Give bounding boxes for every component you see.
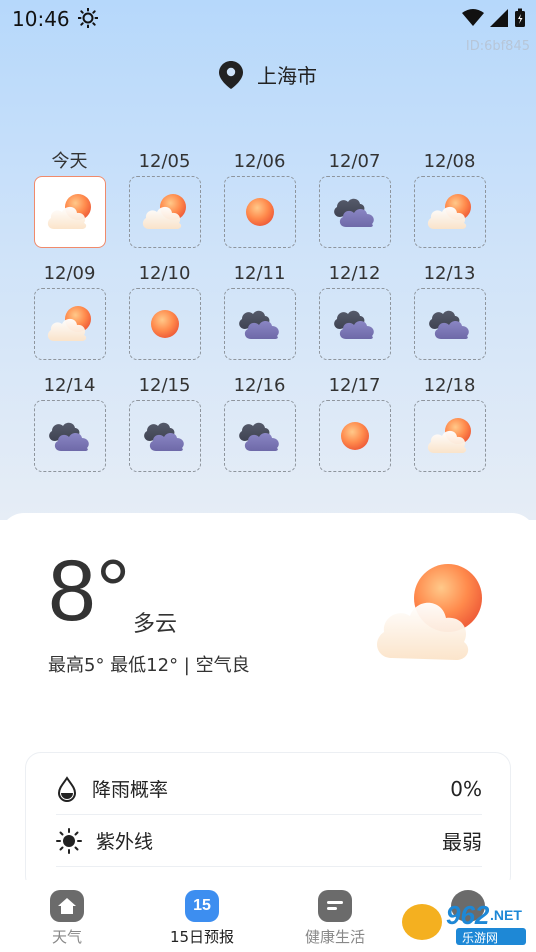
forecast-day-box[interactable]: [33, 400, 106, 472]
forecast-day[interactable]: 12/12: [307, 260, 402, 360]
status-time: 10:46: [12, 7, 70, 31]
svg-text:962: 962: [446, 900, 490, 930]
partly-cloudy-icon: [427, 418, 471, 453]
partly-cloudy-icon: [142, 194, 186, 229]
rain-probability-row: 降雨概率 0%: [56, 763, 482, 815]
sunny-icon: [340, 422, 369, 450]
forecast-day[interactable]: 12/13: [402, 260, 497, 360]
forecast-day-label: 12/17: [328, 375, 381, 396]
forecast-day[interactable]: 12/14: [22, 372, 117, 472]
forecast-day[interactable]: 12/05: [117, 148, 212, 248]
forecast-day[interactable]: 12/18: [402, 372, 497, 472]
forecast-day-label: 12/11: [233, 263, 286, 284]
forecast-day-label: 12/15: [138, 375, 191, 396]
uv-index-label: 紫外线: [96, 831, 154, 853]
cloudy-icon: [428, 310, 469, 339]
forecast-day-label: 12/08: [423, 151, 476, 172]
brightness-icon: [78, 8, 98, 28]
nav-15-day-label: 15日预报: [169, 928, 235, 946]
forecast-day[interactable]: 12/06: [212, 148, 307, 248]
cloudy-icon: [238, 422, 279, 451]
cloudy-icon: [48, 422, 89, 451]
uv-index-row: 紫外线 最弱: [56, 815, 482, 867]
nav-weather-label: 天气: [51, 928, 82, 946]
forecast-day-label: 12/18: [423, 375, 476, 396]
current-temperature: 8°: [48, 543, 131, 639]
sunny-icon: [150, 310, 179, 338]
raindrop-icon: [57, 775, 77, 802]
forecast-day-label: 12/12: [328, 263, 381, 284]
forecast-day-box[interactable]: [128, 400, 201, 472]
cloudy-icon: [333, 198, 374, 227]
status-bar: 10:46 ID:6bf845: [0, 0, 536, 54]
forecast-day-box[interactable]: [413, 176, 486, 248]
forecast-day-box[interactable]: [318, 288, 391, 360]
battery-icon: [515, 8, 525, 27]
location-name: 上海市: [257, 64, 317, 88]
svg-text:.NET: .NET: [490, 907, 522, 923]
sunny-icon: [245, 198, 274, 226]
nav-weather[interactable]: 天气: [17, 890, 117, 947]
cloudy-icon: [333, 310, 374, 339]
forecast-day[interactable]: 12/10: [117, 260, 212, 360]
temperature-range: 最高5° 最低12° | 空气良: [48, 655, 250, 676]
details-card: 降雨概率 0% 紫外线 最弱: [25, 752, 511, 892]
forecast-day-box[interactable]: [413, 400, 486, 472]
forecast-day-box[interactable]: [223, 176, 296, 248]
nav-15-day-forecast[interactable]: 15 15日预报: [152, 890, 252, 947]
forecast-day-box[interactable]: [318, 400, 391, 472]
forecast-day-label: 12/07: [328, 151, 381, 172]
forecast-day-box[interactable]: [33, 176, 106, 248]
svg-text:乐游网: 乐游网: [462, 931, 498, 945]
forecast-day-box[interactable]: [413, 288, 486, 360]
nav-health-label: 健康生活: [304, 928, 365, 946]
forecast-day[interactable]: 12/11: [212, 260, 307, 360]
cloudy-icon: [143, 422, 184, 451]
forecast-day-label: 12/16: [233, 375, 286, 396]
uv-index-value: 最弱: [442, 830, 482, 854]
forecast-day-label: 12/10: [138, 263, 191, 284]
forecast-day-box[interactable]: [128, 176, 201, 248]
device-id: ID:6bf845: [465, 39, 530, 54]
forecast-day[interactable]: 今天: [22, 148, 117, 248]
forecast-day-box[interactable]: [33, 288, 106, 360]
home-icon: [50, 890, 84, 922]
forecast-day[interactable]: 12/17: [307, 372, 402, 472]
forecast-day[interactable]: 12/09: [22, 260, 117, 360]
current-condition: 多云: [133, 612, 178, 637]
forecast-day-box[interactable]: [223, 288, 296, 360]
962-watermark-logo: 962 .NET 乐游网: [402, 900, 526, 945]
forecast-day-label: 12/13: [423, 263, 476, 284]
partly-cloudy-icon: [427, 194, 471, 229]
sun-outline-icon: [56, 827, 82, 854]
forecast-day-box[interactable]: [128, 288, 201, 360]
notes-icon: [318, 890, 352, 922]
forecast-day-label: 今天: [51, 151, 88, 172]
forecast-day-box[interactable]: [223, 400, 296, 472]
cloudy-icon: [238, 310, 279, 339]
partly-cloudy-icon: [47, 194, 91, 229]
forecast-day[interactable]: 12/07: [307, 148, 402, 248]
forecast-day-box[interactable]: [318, 176, 391, 248]
forecast-day-label: 12/14: [43, 375, 96, 396]
rain-probability-value: 0%: [450, 776, 482, 801]
forecast-day-label: 12/05: [138, 151, 191, 172]
wifi-icon: [462, 9, 484, 26]
forecast-grid: 今天 12/05 12/06 12/07 12/08 12/09 12/10 12/11 12/…: [22, 148, 518, 472]
nav-health-life[interactable]: 健康生活: [285, 890, 385, 947]
forecast-day[interactable]: 12/08: [402, 148, 497, 248]
partly-cloudy-large-icon: [377, 564, 482, 660]
forecast-day-label: 12/06: [233, 151, 286, 172]
signal-icon: [490, 9, 508, 27]
forecast-day[interactable]: 12/15: [117, 372, 212, 472]
rain-probability-label: 降雨概率: [92, 779, 169, 801]
location-header[interactable]: 上海市: [0, 60, 536, 89]
calendar-15-icon: 15: [185, 890, 219, 922]
forecast-day[interactable]: 12/16: [212, 372, 307, 472]
partly-cloudy-icon: [47, 306, 91, 341]
location-pin-icon: [219, 60, 243, 89]
forecast-day-label: 12/09: [43, 263, 96, 284]
nav-15-badge: 15: [193, 897, 211, 914]
